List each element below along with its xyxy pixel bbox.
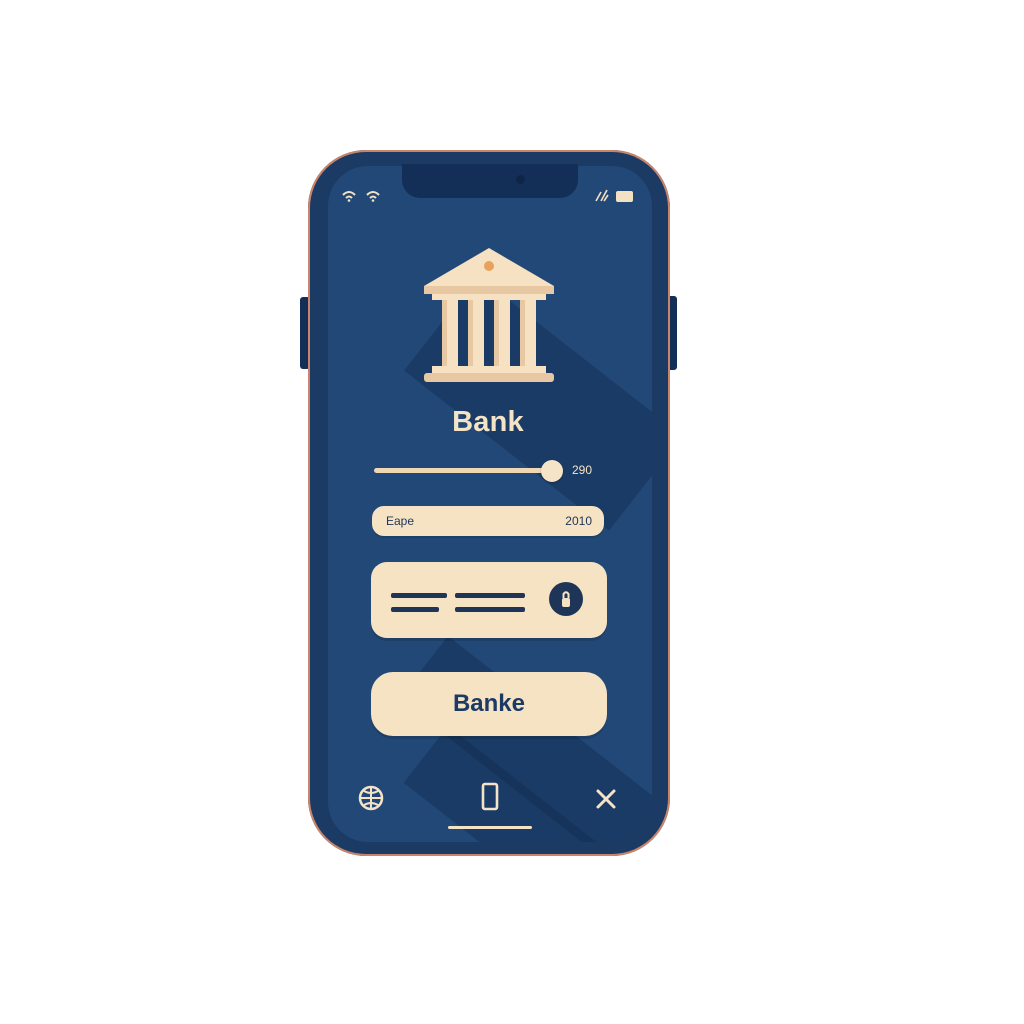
- wifi-icon: [342, 191, 356, 202]
- home-indicator[interactable]: [448, 826, 532, 829]
- signal-icon: [366, 191, 380, 202]
- field-value: 2010: [565, 514, 592, 528]
- camera-lens: [516, 175, 525, 184]
- card-text-line: [455, 593, 525, 598]
- phone-icon[interactable]: [480, 782, 500, 812]
- account-card[interactable]: [371, 562, 607, 638]
- signal-bars-icon: [595, 189, 609, 202]
- card-text-line: [455, 607, 525, 612]
- card-text-line: [391, 607, 439, 612]
- lock-icon[interactable]: [549, 582, 583, 616]
- card-text-line: [391, 593, 447, 598]
- account-field[interactable]: Eape 2010: [372, 506, 604, 536]
- bank-building-icon: [424, 248, 554, 382]
- close-icon[interactable]: [595, 788, 617, 810]
- field-label: Eape: [386, 514, 415, 528]
- slider-value-label: 290: [572, 463, 593, 477]
- battery-icon: [616, 191, 633, 202]
- primary-action-button[interactable]: Banke: [371, 672, 607, 736]
- app-title: Bank: [452, 406, 524, 438]
- globe-icon[interactable]: [358, 785, 384, 811]
- app-stage: Bank 290 Eape 2010 Banke: [0, 0, 1024, 1024]
- amount-slider-track[interactable]: [374, 468, 552, 473]
- camera-notch: [402, 164, 578, 198]
- amount-slider-thumb[interactable]: [541, 460, 563, 482]
